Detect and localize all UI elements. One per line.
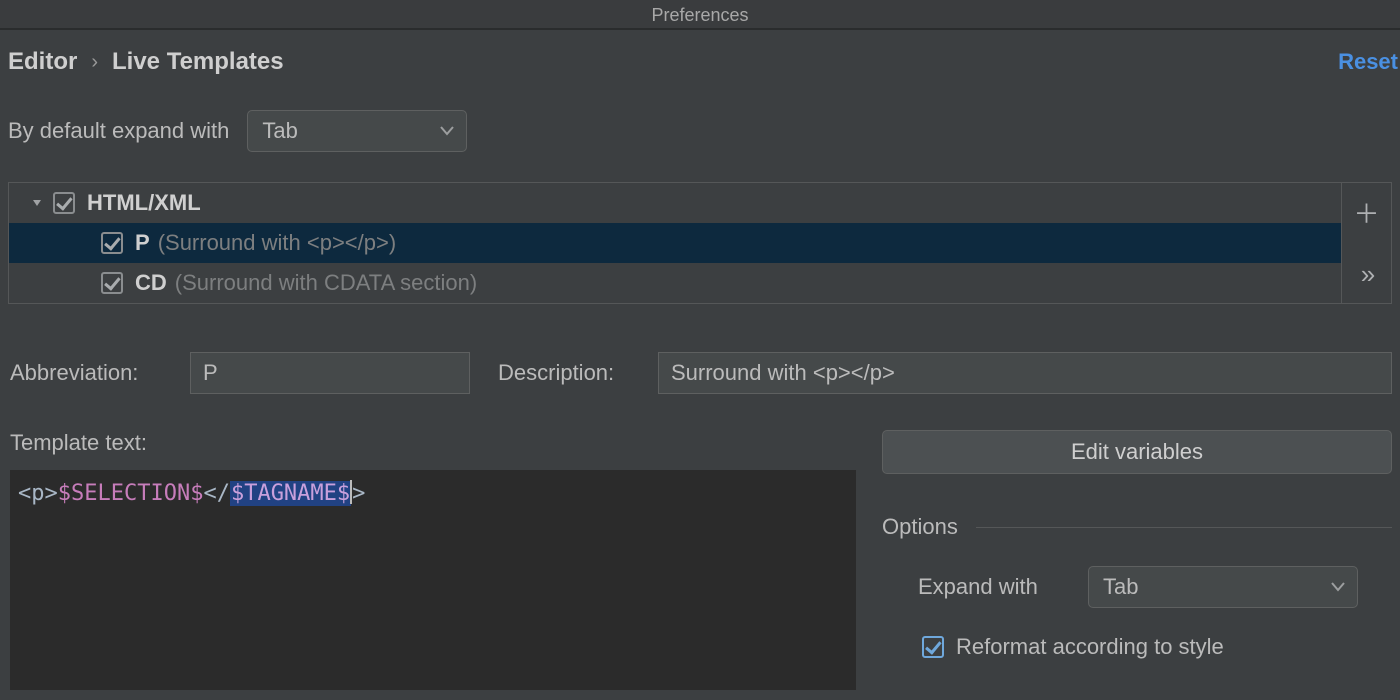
code-variable: $SELECTION$ [58, 481, 204, 506]
template-tree-container: HTML/XML P (Surround with <p></p>) CD (S… [8, 182, 1392, 304]
window-title: Preferences [0, 0, 1400, 30]
reset-link[interactable]: Reset [1338, 49, 1398, 75]
breadcrumb: Editor › Live Templates Reset [0, 30, 1400, 76]
template-text-label: Template text: [10, 430, 856, 456]
abbrev-label: Abbreviation: [10, 360, 190, 386]
add-template-button[interactable]: ＋ [1342, 183, 1391, 241]
options-header: Options [882, 514, 1392, 540]
group-checkbox[interactable] [53, 192, 75, 214]
item-checkbox[interactable] [101, 272, 123, 294]
description-label: Description: [498, 360, 658, 386]
code-variable-highlighted: $TAGNAME$ [230, 481, 351, 506]
group-label: HTML/XML [87, 190, 201, 216]
code-token: <p> [18, 481, 58, 506]
separator [976, 527, 1392, 528]
item-checkbox[interactable] [101, 232, 123, 254]
reformat-checkbox[interactable] [922, 636, 944, 658]
tree-group-htmlxml[interactable]: HTML/XML [9, 183, 1341, 223]
description-input[interactable] [658, 352, 1392, 394]
chevron-down-icon [440, 126, 454, 136]
code-token: > [352, 481, 365, 506]
default-expand-select[interactable]: Tab [247, 110, 467, 152]
abbrev-row: Abbreviation: Description: [10, 352, 1392, 394]
template-text-editor[interactable]: <p>$SELECTION$</$TAGNAME$> [10, 470, 856, 690]
item-desc: (Surround with CDATA section) [175, 270, 477, 296]
edit-variables-button[interactable]: Edit variables [882, 430, 1392, 474]
expand-with-label: Expand with [918, 574, 1078, 600]
expand-with-select[interactable]: Tab [1088, 566, 1358, 608]
reformat-label: Reformat according to style [956, 634, 1224, 660]
expand-with-row: Expand with Tab [882, 566, 1392, 608]
default-expand-row: By default expand with Tab [0, 76, 1400, 152]
tree-toolbar: ＋ » [1341, 183, 1391, 303]
reformat-checkbox-row: Reformat according to style [922, 634, 1392, 660]
abbrev-input[interactable] [190, 352, 470, 394]
template-tree[interactable]: HTML/XML P (Surround with <p></p>) CD (S… [9, 183, 1341, 303]
options-label: Options [882, 514, 958, 540]
item-desc: (Surround with <p></p>) [158, 230, 396, 256]
tree-item-p[interactable]: P (Surround with <p></p>) [9, 223, 1341, 263]
chevron-down-icon [1331, 582, 1345, 592]
default-expand-label: By default expand with [8, 118, 229, 144]
default-expand-value: Tab [262, 118, 297, 144]
disclosure-icon[interactable] [27, 197, 47, 209]
item-code: P [135, 230, 150, 256]
expand-with-value: Tab [1103, 574, 1138, 600]
more-actions-button[interactable]: » [1342, 245, 1391, 303]
item-code: CD [135, 270, 167, 296]
chevron-right-icon: › [91, 51, 98, 74]
code-token: </ [203, 481, 230, 506]
breadcrumb-current: Live Templates [112, 48, 284, 76]
tree-item-cd[interactable]: CD (Surround with CDATA section) [9, 263, 1341, 303]
breadcrumb-root[interactable]: Editor [8, 48, 77, 76]
